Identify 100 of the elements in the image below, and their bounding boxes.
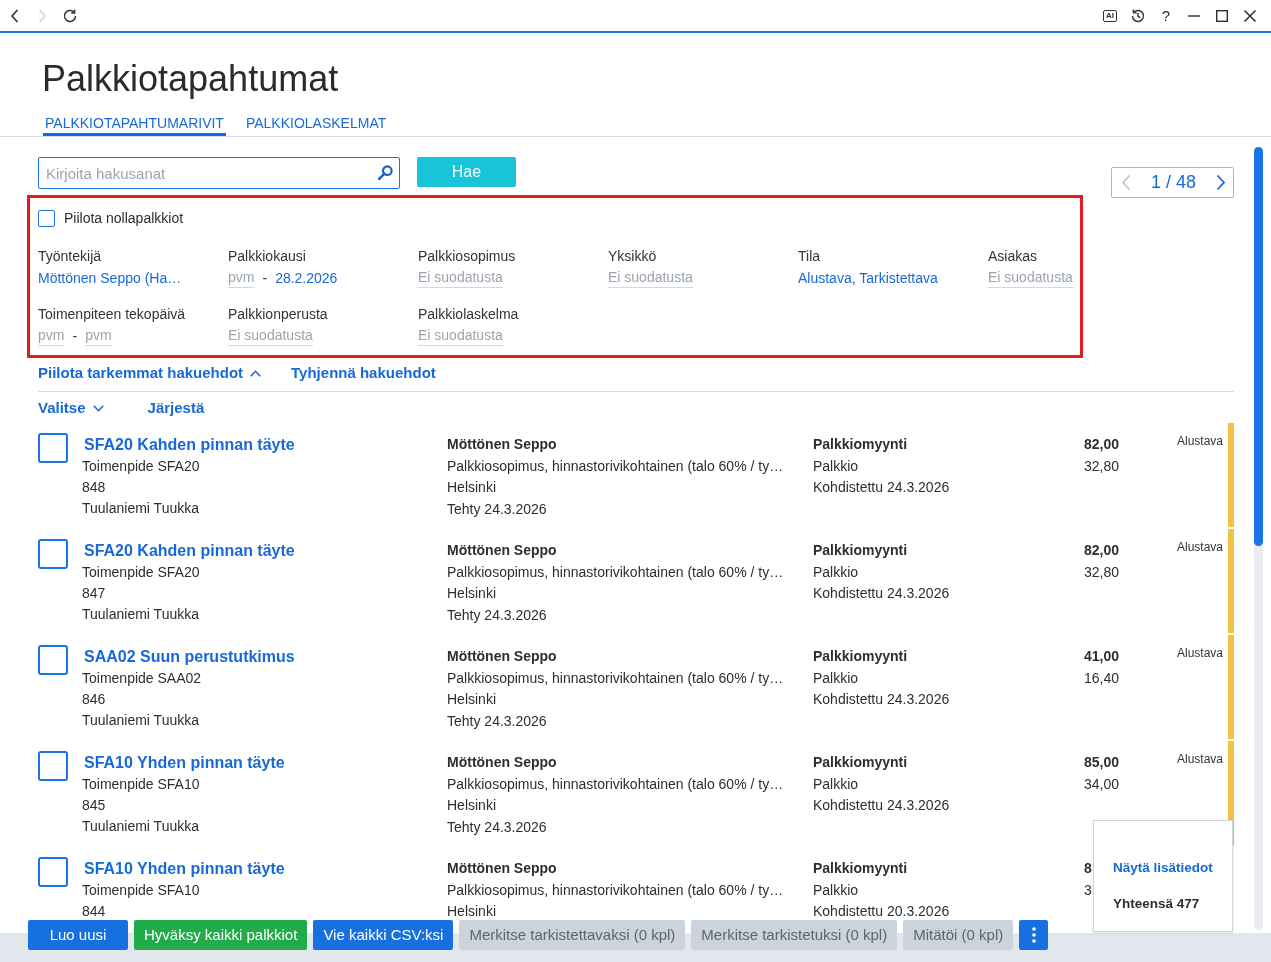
row-title-link[interactable]: SFA10 Yhden pinnan täyte xyxy=(84,858,285,880)
close-icon xyxy=(1244,9,1256,22)
row-checkbox[interactable] xyxy=(38,433,68,463)
row-title-link[interactable]: SFA10 Yhden pinnan täyte xyxy=(84,752,285,774)
filter-label: Yksikkö xyxy=(608,247,658,266)
row-checkbox[interactable] xyxy=(38,645,68,675)
row-text: Tuulaniemi Tuukka xyxy=(82,605,200,624)
amount-text: 8 xyxy=(1084,859,1092,878)
tab[interactable]: PALKKIOTAPAHTUMARIVIT xyxy=(43,114,226,136)
row-text: Kohdistettu 20.3.2026 xyxy=(813,902,951,921)
filter-link[interactable]: Alustava, Tarkistettava xyxy=(798,268,938,288)
row-heading: Palkkiomyynti xyxy=(813,859,909,878)
row-heading: Palkkiomyynti xyxy=(813,541,909,560)
row-heading: Möttönen Seppo xyxy=(447,541,558,560)
amount-text: 32,80 xyxy=(1084,456,1120,476)
row-text: Tuulaniemi Tuukka xyxy=(82,711,200,730)
page-title: Palkkiotapahtumat xyxy=(42,57,340,100)
row-title-link[interactable]: SFA20 Kahden pinnan täyte xyxy=(84,434,295,456)
row-text: Tuulaniemi Tuukka xyxy=(82,499,200,518)
row-heading: Möttönen Seppo xyxy=(447,647,558,666)
row-text: Tehty 24.3.2026 xyxy=(447,817,548,837)
checkbox-label: Piilota nollapalkkiot xyxy=(64,209,184,228)
status-text: Alustava xyxy=(1176,751,1223,768)
row-text: Toimenpide SAA02 xyxy=(82,669,203,688)
filter-label: Palkkiosopimus xyxy=(418,247,517,266)
filter-field[interactable]: Ei suodatusta xyxy=(418,326,503,346)
filter-label: Asiakas xyxy=(988,247,1039,266)
action-button[interactable]: Vie kaikki CSV:ksi xyxy=(313,920,454,950)
filter-link[interactable]: Möttönen Seppo (Ha… xyxy=(38,268,182,288)
row-text: Helsinki xyxy=(447,796,497,815)
row-text: Tehty 24.3.2026 xyxy=(447,605,548,625)
row-text: Palkkio xyxy=(813,880,860,900)
row-text: Palkkiosopimus, hinnastorivikohtainen (talo 60% / ty… xyxy=(447,562,785,582)
row-checkbox[interactable] xyxy=(38,751,68,781)
tab[interactable]: PALKKIOLASKELMAT xyxy=(243,114,389,136)
kebab-menu-icon xyxy=(1031,927,1036,943)
more-button[interactable] xyxy=(1019,920,1049,950)
row-text: 846 xyxy=(82,690,107,709)
amount-text: 16,40 xyxy=(1084,668,1120,688)
clear-filters-link[interactable]: Tyhjennä hakuehdot xyxy=(291,362,436,384)
filter-field[interactable]: Ei suodatusta xyxy=(608,268,693,288)
row-text: Helsinki xyxy=(447,478,497,497)
row-text: Helsinki xyxy=(447,584,497,603)
row-text: Tuulaniemi Tuukka xyxy=(82,817,200,836)
row-text: Palkkio xyxy=(813,668,860,688)
row-text: 848 xyxy=(82,478,107,497)
history-icon xyxy=(1131,8,1145,23)
row-text: Helsinki xyxy=(447,690,497,709)
range-separator: - xyxy=(72,327,78,346)
show-details-link[interactable]: Näytä lisätiedot xyxy=(1113,858,1213,878)
select-menu-link[interactable]: Valitse xyxy=(38,397,104,419)
row-checkbox[interactable] xyxy=(38,857,68,887)
row-text: Toimenpide SFA20 xyxy=(82,457,201,476)
row-heading: Palkkiomyynti xyxy=(813,647,909,666)
row-text: Kohdistettu 24.3.2026 xyxy=(813,690,951,709)
filter-label: Palkkiokausi xyxy=(228,247,307,266)
help-button[interactable]: ? xyxy=(1152,1,1180,30)
scrollbar[interactable] xyxy=(1254,147,1263,930)
row-heading: Möttönen Seppo xyxy=(447,859,558,878)
checkbox[interactable] xyxy=(38,210,55,227)
row-heading: Palkkiomyynti xyxy=(813,435,909,454)
amount-text: 32,80 xyxy=(1084,562,1120,582)
filter-field[interactable]: pvm xyxy=(85,326,112,346)
filter-field[interactable]: Ei suodatusta xyxy=(988,268,1073,288)
maximize-icon xyxy=(1216,9,1228,22)
sort-link[interactable]: Järjestä xyxy=(147,397,205,419)
filter-field[interactable]: Ei suodatusta xyxy=(228,326,313,346)
status-text: Alustava xyxy=(1176,433,1223,450)
row-title-link[interactable]: SFA20 Kahden pinnan täyte xyxy=(84,540,295,562)
action-button[interactable]: Hyväksy kaikki palkkiot xyxy=(134,920,308,950)
row-text: Palkkio xyxy=(813,562,860,582)
row-text: 844 xyxy=(82,902,107,921)
amount-text: 82,00 xyxy=(1084,435,1120,454)
search-icon xyxy=(378,165,393,180)
amount-text: 85,00 xyxy=(1084,753,1120,772)
row-text: Toimenpide SFA10 xyxy=(82,881,201,900)
action-button[interactable]: Luo uusi xyxy=(28,920,128,950)
row-text: Palkkio xyxy=(813,456,860,476)
search-field[interactable]: Kirjoita hakusanat xyxy=(38,157,400,189)
row-heading: Möttönen Seppo xyxy=(447,435,558,454)
amount-text: 41,00 xyxy=(1084,647,1120,666)
scrollbar-thumb[interactable] xyxy=(1254,147,1263,546)
row-text: Toimenpide SFA20 xyxy=(82,563,201,582)
range-separator: - xyxy=(262,269,268,288)
total-text: Yhteensä 477 xyxy=(1113,895,1201,913)
row-title-link[interactable]: SAA02 Suun perustutkimus xyxy=(84,646,295,668)
row-text: Toimenpide SFA10 xyxy=(82,775,201,794)
row-checkbox[interactable] xyxy=(38,539,68,569)
row-heading: Palkkiomyynti xyxy=(813,753,909,772)
amount-text: 3 xyxy=(1084,880,1092,900)
toggle-filters-link[interactable]: Piilota tarkemmat hakuehdot xyxy=(38,362,262,384)
filter-field[interactable]: Ei suodatusta xyxy=(418,268,503,288)
status-text: Alustava xyxy=(1176,645,1223,662)
filter-link[interactable]: 28.2.2026 xyxy=(275,268,338,288)
filter-label: Tila xyxy=(798,247,822,266)
amount-text: 82,00 xyxy=(1084,541,1120,560)
row-text: Palkkiosopimus, hinnastorivikohtainen (talo 60% / ty… xyxy=(447,880,785,900)
ai-button[interactable]: AI xyxy=(1096,1,1124,30)
filter-label: Työntekijä xyxy=(38,247,103,266)
row-text: Palkkiosopimus, hinnastorivikohtainen (talo 60% / ty… xyxy=(447,668,785,688)
